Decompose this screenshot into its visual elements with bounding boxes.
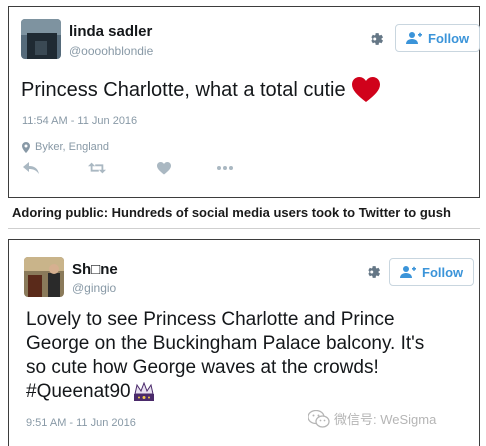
red-heart-emoji [351, 77, 380, 102]
watermark-text: 微信号: WeSigma [334, 412, 437, 427]
gear-icon[interactable] [368, 30, 386, 48]
follow-label: Follow [422, 264, 464, 280]
divider [8, 228, 480, 229]
crown-emoji [133, 382, 154, 401]
follow-label: Follow [428, 30, 470, 46]
avatar[interactable] [21, 19, 61, 59]
tweet-card-1: linda sadler @oooohblondie Follow Prince… [8, 6, 481, 198]
hashtag-queenat90[interactable]: #Queenat90 [26, 380, 131, 404]
user-handle[interactable]: @gingio [72, 281, 116, 295]
follow-button[interactable]: Follow [389, 258, 475, 286]
tweet-actions [22, 161, 234, 175]
tweet-text: Princess Charlotte, what a total cutie [21, 77, 380, 103]
avatar[interactable] [24, 257, 64, 297]
tweet-timestamp[interactable]: 11:54 AM - 11 Jun 2016 [22, 115, 137, 127]
wechat-icon [308, 409, 330, 428]
location-pin-icon [22, 141, 30, 153]
user-handle[interactable]: @oooohblondie [69, 44, 153, 58]
location-label: Byker, England [35, 141, 109, 153]
follow-button[interactable]: Follow [395, 24, 481, 52]
tweet-timestamp[interactable]: 9:51 AM - 11 Jun 2016 [26, 417, 136, 429]
retweet-icon[interactable] [88, 161, 106, 175]
tweet-location[interactable]: Byker, England [22, 141, 109, 153]
add-user-icon [400, 266, 416, 278]
photo-caption: Adoring public: Hundreds of social media… [12, 205, 451, 220]
tweet-text-content: Princess Charlotte, what a total cutie [21, 79, 346, 101]
tweet-text-line: so cute how George waves at the crowds! [26, 357, 379, 378]
tweet-text-line-hashtag: #Queenat90 [26, 380, 424, 404]
tweet-text-line: Lovely to see Princess Charlotte and Pri… [26, 309, 395, 330]
gear-icon[interactable] [365, 263, 383, 281]
display-name[interactable]: Sh□ne [72, 261, 118, 278]
add-user-icon [406, 32, 422, 44]
tweet-text: Lovely to see Princess Charlotte and Pri… [26, 308, 424, 404]
like-heart-icon[interactable] [156, 161, 172, 175]
wechat-watermark: 微信号: WeSigma [308, 409, 436, 428]
display-name[interactable]: linda sadler [69, 23, 152, 40]
tweet-text-line: George on the Buckingham Palace balcony.… [26, 333, 425, 354]
reply-icon[interactable] [22, 161, 40, 175]
more-icon[interactable] [216, 166, 234, 170]
